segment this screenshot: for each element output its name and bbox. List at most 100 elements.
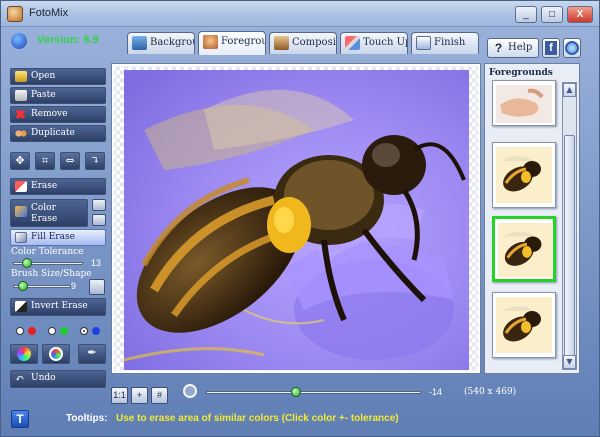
image-canvas[interactable]: [111, 63, 481, 374]
radio-white-2[interactable]: [48, 327, 56, 335]
brush-shape-button[interactable]: [89, 279, 105, 295]
color-tolerance-value: 13: [91, 258, 102, 268]
foreground-thumb-selected[interactable]: [492, 216, 556, 282]
invert-erase-button[interactable]: Invert Erase: [10, 298, 106, 316]
color-tolerance-label: Color Tolerance: [11, 247, 84, 257]
scroll-thumb[interactable]: [564, 135, 575, 367]
rotate-icon: ↴: [90, 154, 100, 167]
folder-icon: [15, 71, 27, 82]
duplicate-icon: [15, 128, 27, 139]
scroll-up-arrow-icon[interactable]: ▲: [563, 83, 576, 97]
tab-label: Foregroun: [221, 36, 265, 47]
foregrounds-title: Foregrounds: [489, 68, 553, 78]
brush-size-thumb[interactable]: [18, 281, 29, 291]
grid-button[interactable]: #: [151, 387, 168, 404]
color-wheel-icon: [17, 347, 31, 361]
image-size-label: (540 x 469): [464, 387, 517, 397]
color-wheel-button[interactable]: [10, 344, 38, 364]
tab-composition[interactable]: Compositio: [269, 32, 337, 54]
radio-red[interactable]: [28, 327, 36, 335]
tooltip-label: Tooltips:: [66, 413, 108, 424]
version-label: Version: 8.9: [37, 34, 99, 46]
flip-icon: ⇔: [65, 154, 75, 167]
paste-label: Paste: [31, 90, 56, 100]
open-button[interactable]: Open: [10, 68, 106, 85]
color-tolerance-thumb[interactable]: [22, 258, 33, 268]
fotomix-app-icon: [7, 6, 23, 22]
composition-icon: [274, 36, 289, 50]
help-button[interactable]: ? Help: [487, 38, 539, 58]
zoom-1to1-button[interactable]: 1:1: [111, 387, 128, 404]
help-label: Help: [508, 42, 533, 53]
minimize-button[interactable]: _: [515, 6, 537, 23]
invert-erase-icon: [15, 301, 27, 312]
erase-label: Erase: [31, 181, 58, 191]
color-target-icon: [49, 347, 63, 361]
zoom-fit-button[interactable]: +: [131, 387, 148, 404]
fill-erase-icon: [15, 232, 27, 243]
close-button[interactable]: X: [567, 6, 593, 23]
tab-foreground[interactable]: Foregroun: [198, 31, 266, 55]
help-icon: ?: [494, 41, 503, 55]
globe-logo-icon: [11, 33, 27, 49]
undo-icon: ↶: [15, 372, 25, 385]
radio-blue[interactable]: [92, 327, 100, 335]
tab-finish[interactable]: Finish: [411, 32, 479, 54]
crop-button[interactable]: ⌗: [35, 152, 55, 170]
remove-button[interactable]: ✖ Remove: [10, 106, 106, 123]
foreground-thumb[interactable]: [492, 292, 556, 358]
text-tool-button[interactable]: T: [11, 410, 29, 428]
tab-label: Touch Up: [363, 37, 408, 48]
eyedropper-icon: ✒: [87, 346, 97, 359]
bee-photo: [124, 70, 469, 370]
facebook-button[interactable]: f: [542, 38, 560, 58]
undo-button[interactable]: ↶ Undo: [10, 370, 106, 388]
foreground-thumb[interactable]: [492, 142, 556, 208]
maximize-button[interactable]: □: [541, 6, 563, 23]
color-erase-option-1[interactable]: [92, 199, 106, 211]
rotate-button[interactable]: ↴: [85, 152, 105, 170]
radio-white[interactable]: [16, 327, 24, 335]
fill-erase-button[interactable]: Fill Erase: [10, 229, 106, 246]
website-button[interactable]: [563, 38, 581, 58]
zoom-slider-thumb[interactable]: [291, 387, 302, 397]
duplicate-button[interactable]: Duplicate: [10, 125, 106, 142]
zoom-magnifier-icon: [183, 384, 197, 398]
paste-button[interactable]: Paste: [10, 87, 106, 104]
color-erase-button[interactable]: Color Erase: [10, 199, 88, 227]
scroll-down-arrow-icon[interactable]: ▼: [563, 355, 576, 369]
move-button[interactable]: ✥: [10, 152, 30, 170]
zoom-slider[interactable]: [206, 391, 421, 394]
color-picker-button[interactable]: [42, 344, 70, 364]
foregrounds-scrollbar[interactable]: ▲ ▼: [562, 82, 577, 370]
undo-label: Undo: [31, 373, 56, 383]
radio-selected[interactable]: [80, 327, 88, 335]
brush-size-value: 9: [71, 281, 77, 291]
flip-button[interactable]: ⇔: [60, 152, 80, 170]
open-label: Open: [31, 71, 56, 81]
tab-label: Compositio: [292, 37, 336, 48]
color-erase-label-1: Color: [31, 203, 56, 213]
tab-label: Backgroun: [150, 37, 194, 48]
facebook-icon: f: [545, 41, 557, 55]
remove-x-icon: ✖: [15, 107, 26, 122]
tab-label: Finish: [434, 37, 466, 48]
app-window: FotoMix _ □ X Version: 8.9 Backgroun For…: [0, 0, 600, 437]
tab-touch-up[interactable]: Touch Up: [340, 32, 408, 54]
remove-label: Remove: [31, 109, 68, 119]
paste-icon: [15, 90, 27, 101]
tooltip-text: Use to erase area of similar colors (Cli…: [116, 413, 399, 424]
brush-size-label: Brush Size/Shape: [11, 269, 92, 279]
color-erase-option-2[interactable]: [92, 214, 106, 226]
foreground-thumb[interactable]: [492, 80, 556, 126]
color-erase-label-2: Erase: [31, 214, 58, 224]
invert-erase-label: Invert Erase: [31, 301, 88, 311]
erase-button[interactable]: Erase: [10, 178, 106, 195]
radio-green[interactable]: [60, 327, 68, 335]
touch-up-icon: [345, 36, 360, 50]
finish-icon: [416, 36, 431, 50]
title-bar: FotoMix _ □ X: [1, 1, 599, 27]
window-title: FotoMix: [29, 7, 69, 19]
tab-background[interactable]: Backgroun: [127, 32, 195, 54]
eyedropper-button[interactable]: ✒: [78, 344, 106, 364]
